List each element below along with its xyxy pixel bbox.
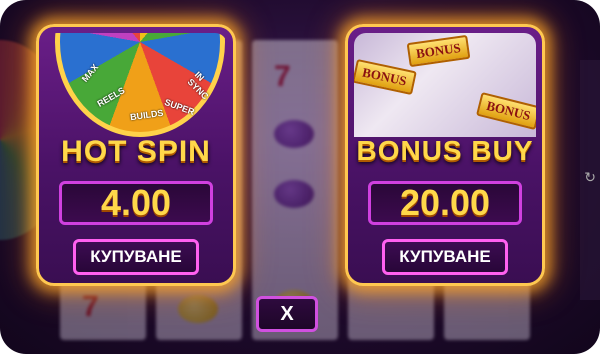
bonus-buy-price: 20.00 <box>368 181 522 225</box>
bonus-buy-title: BONUS BUY <box>356 135 534 166</box>
wheel-label-super: SUPER <box>163 96 196 118</box>
hot-spin-price: 4.00 <box>59 181 213 225</box>
game-screen: ↻ 7 7 7 <box>0 0 600 354</box>
bonus-buy-button[interactable]: КУПУВАНЕ <box>382 239 508 275</box>
bonus-wheel: MAX REELS BUILDS SUPER IN SYNC <box>55 33 225 137</box>
bonus-buy-card[interactable]: BONUS BONUS BONUS BONUS BUY 20.00 КУПУВА… <box>345 24 545 286</box>
wheel-label-in-sync: IN SYNC <box>185 69 211 102</box>
hot-spin-buy-button[interactable]: КУПУВАНЕ <box>73 239 199 275</box>
hot-spin-wheel-art: MAX REELS BUILDS SUPER IN SYNC <box>45 33 227 137</box>
hot-spin-title: HOT SPIN <box>61 135 211 168</box>
wheel-label-builds: BUILDS <box>129 107 165 123</box>
wheel-label-reels: REELS <box>95 85 127 109</box>
bonus-buy-art: BONUS BONUS BONUS <box>354 33 536 137</box>
hot-spin-card[interactable]: MAX REELS BUILDS SUPER IN SYNC HOT SPIN … <box>36 24 236 286</box>
close-button[interactable]: X <box>256 296 318 332</box>
wheel-label-max: MAX <box>79 62 101 84</box>
rotate-icon[interactable]: ↻ <box>584 170 596 186</box>
